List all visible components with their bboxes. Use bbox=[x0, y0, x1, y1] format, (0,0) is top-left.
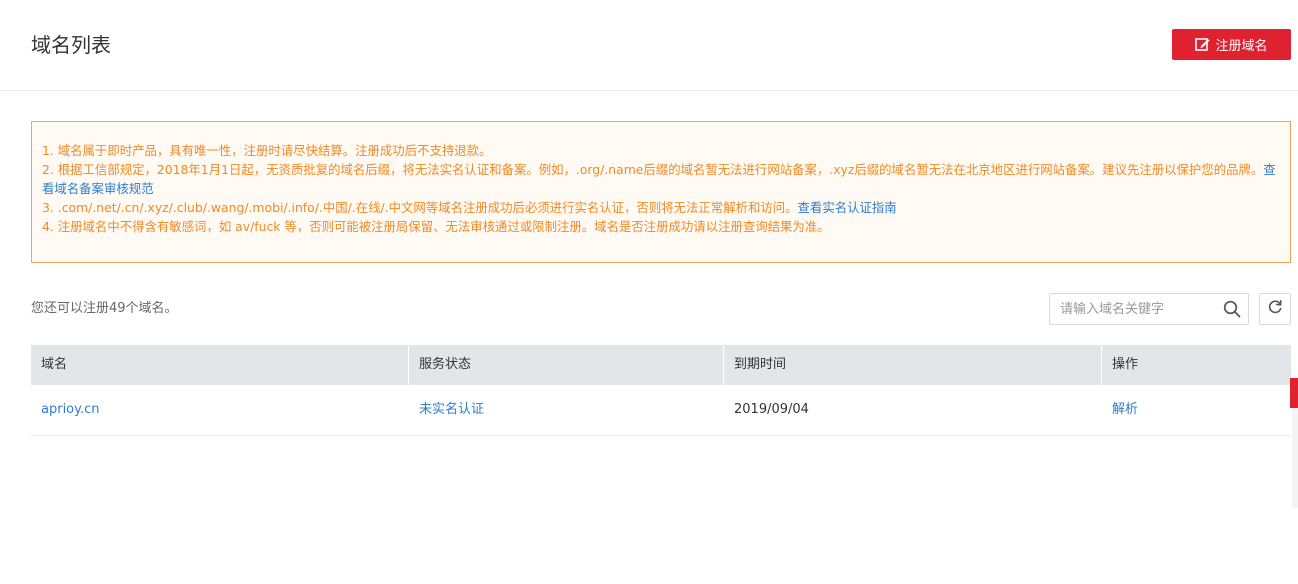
notice-line-1: 1. 域名属于即时产品，具有唯一性，注册时请尽快结算。注册成功后不支持退款。 bbox=[42, 143, 492, 158]
table-row: aprioy.cn 未实名认证 2019/09/04 解析 bbox=[31, 385, 1291, 436]
search-box bbox=[1049, 293, 1249, 325]
edit-icon bbox=[1195, 37, 1210, 52]
expiry-date: 2019/09/04 bbox=[734, 402, 809, 417]
column-header-domain: 域名 bbox=[31, 345, 409, 385]
notice-line-3-text: 3. .com/.net/.cn/.xyz/.club/.wang/.mobi/… bbox=[42, 200, 798, 215]
notice-line-4: 4. 注册域名中不得含有敏感词，如 av/fuck 等，否则可能被注册局保留、无… bbox=[42, 219, 830, 234]
quota-text: 您还可以注册49个域名。 bbox=[31, 301, 178, 316]
column-header-status: 服务状态 bbox=[409, 345, 724, 385]
resolve-link[interactable]: 解析 bbox=[1112, 402, 1138, 417]
page-header: 域名列表 注册域名 bbox=[0, 0, 1298, 91]
register-domain-button[interactable]: 注册域名 bbox=[1172, 29, 1291, 60]
column-header-expiry: 到期时间 bbox=[724, 345, 1102, 385]
side-float-tab[interactable] bbox=[1290, 378, 1298, 408]
notice-line-2-text: 2. 根据工信部规定，2018年1月1日起，无资质批复的域名后缀，将无法实名认证… bbox=[42, 162, 1264, 177]
refresh-button[interactable] bbox=[1259, 293, 1291, 325]
side-float-panel bbox=[1292, 408, 1298, 508]
refresh-icon bbox=[1267, 299, 1283, 319]
search-icon[interactable] bbox=[1223, 300, 1241, 318]
notice-box: 1. 域名属于即时产品，具有唯一性，注册时请尽快结算。注册成功后不支持退款。 2… bbox=[31, 121, 1291, 263]
realname-status-link[interactable]: 未实名认证 bbox=[419, 402, 484, 417]
page-title: 域名列表 bbox=[31, 33, 111, 57]
search-input[interactable] bbox=[1050, 294, 1218, 324]
column-header-action: 操作 bbox=[1112, 357, 1139, 372]
notice-line-2: 2. 根据工信部规定，2018年1月1日起，无资质批复的域名后缀，将无法实名认证… bbox=[42, 160, 1280, 198]
notice-line-3: 3. .com/.net/.cn/.xyz/.club/.wang/.mobi/… bbox=[42, 198, 1280, 217]
domain-table: 域名 服务状态 到期时间 操作 aprioy.cn 未实名认证 2019/09/… bbox=[31, 345, 1291, 436]
register-domain-label: 注册域名 bbox=[1215, 39, 1268, 54]
realname-guide-link[interactable]: 查看实名认证指南 bbox=[798, 200, 897, 215]
table-header: 域名 服务状态 到期时间 操作 bbox=[31, 345, 1291, 385]
domain-link[interactable]: aprioy.cn bbox=[41, 402, 100, 417]
